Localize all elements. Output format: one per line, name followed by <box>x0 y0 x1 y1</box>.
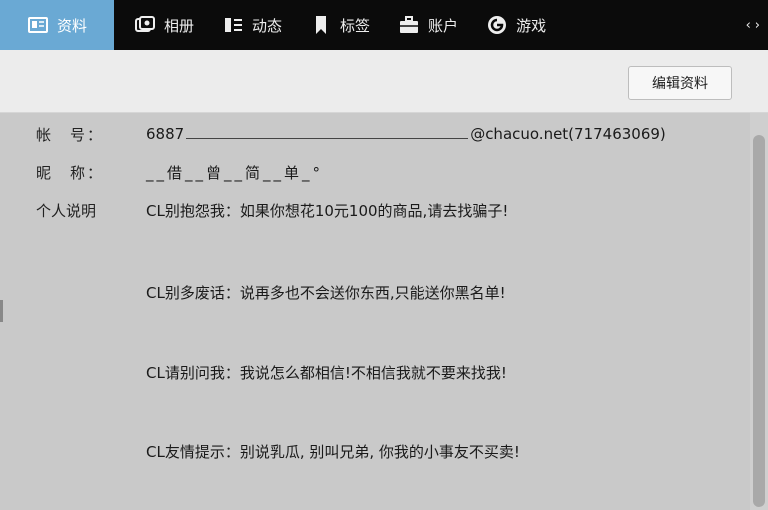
tab-games[interactable]: 游戏 <box>472 0 560 50</box>
intro-line: CL请别问我：我说怎么都相信!不相信我就不要来找我! <box>146 364 507 382</box>
activity-list-icon <box>222 14 244 36</box>
tab-album[interactable]: 相册 <box>114 0 208 50</box>
account-prefix: 6887 <box>146 125 185 143</box>
briefcase-icon <box>398 14 420 36</box>
account-suffix: @chacuo.net(717463069) <box>470 125 666 143</box>
tab-profile[interactable]: 资料 <box>0 0 114 56</box>
tab-activity[interactable]: 动态 <box>208 0 296 50</box>
bookmark-tag-icon <box>310 14 332 36</box>
account-underline <box>186 124 469 139</box>
intro-line: CL别多废话：说再多也不会送你东西,只能送你黑名单! <box>146 284 506 302</box>
tab-label: 账户 <box>428 16 459 35</box>
account-label: 帐 号： <box>36 126 105 144</box>
tab-label: 标签 <box>340 16 371 35</box>
tab-label: 相册 <box>164 16 195 35</box>
tab-scroll-arrows: ‹ › <box>738 0 768 50</box>
tab-account[interactable]: 账户 <box>384 0 472 50</box>
intro-line: CL友情提示：别说乳瓜, 别叫兄弟, 你我的小事友不买卖! <box>146 443 520 461</box>
account-value: 6887 @chacuo.net(717463069) <box>146 124 666 143</box>
tab-tags[interactable]: 标签 <box>296 0 384 50</box>
photo-album-icon <box>134 14 156 36</box>
tab-label: 资料 <box>56 16 87 35</box>
vertical-scrollbar[interactable] <box>750 113 768 510</box>
nickname-value: __借__曾__简__单_° <box>146 164 324 182</box>
tab-label: 动态 <box>252 16 283 35</box>
intro-line: CL别抱怨我：如果你想花10元100的商品,请去找骗子! <box>146 202 509 220</box>
intro-label: 个人说明 <box>36 202 97 220</box>
nickname-label: 昵 称： <box>36 164 105 182</box>
game-icon <box>486 14 508 36</box>
tab-label: 游戏 <box>516 16 547 35</box>
prev-tab-arrow[interactable]: ‹ <box>746 18 751 33</box>
profile-card-icon <box>27 14 49 36</box>
panel-edge-marker <box>0 300 3 322</box>
next-tab-arrow[interactable]: › <box>755 18 760 33</box>
edit-profile-button[interactable]: 编辑资料 <box>628 66 732 100</box>
top-nav-bar: 资料 相册 动态 标签 账户 游戏 ‹ › <box>0 0 768 56</box>
scrollbar-thumb[interactable] <box>753 135 765 507</box>
